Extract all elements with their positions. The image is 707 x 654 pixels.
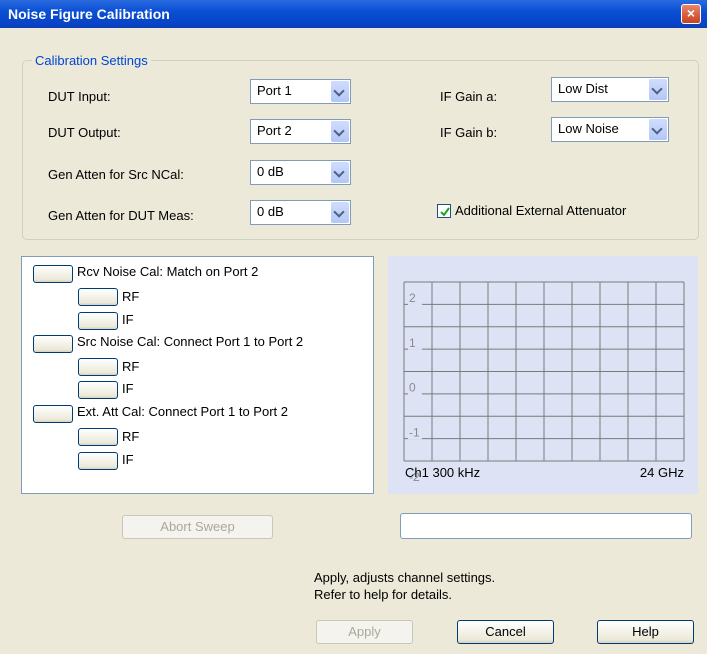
dut-input-select[interactable]: Port 1 [250,79,351,104]
chevron-down-icon[interactable] [649,79,667,100]
src-noise-cal-if-button[interactable] [78,381,118,399]
chevron-down-icon[interactable] [649,119,667,140]
if-gain-b-select[interactable]: Low Noise [551,117,669,142]
if-gain-a-value: Low Dist [558,81,608,96]
rcv-noise-cal-button[interactable] [33,265,73,283]
y-tick-label: 2 [409,291,416,305]
dut-input-value: Port 1 [257,83,292,98]
ext-att-cal-button[interactable] [33,405,73,423]
src-noise-cal-if-label: IF [122,381,134,396]
cancel-button[interactable]: Cancel [457,620,554,644]
src-noise-cal-button[interactable] [33,335,73,353]
dut-output-value: Port 2 [257,123,292,138]
if-gain-a-label: IF Gain a: [440,89,498,104]
if-gain-b-label: IF Gain b: [440,125,498,140]
ext-att-cal-label: Ext. Att Cal: Connect Port 1 to Port 2 [77,404,288,419]
src-noise-cal-label: Src Noise Cal: Connect Port 1 to Port 2 [77,334,304,349]
chevron-down-icon[interactable] [331,81,349,102]
chart-svg: 210-1-2Ch1 300 kHz 24 GHz [403,281,685,484]
checkmark-icon [440,207,450,217]
info-text-line2: Refer to help for details. [314,587,453,602]
rcv-noise-cal-label: Rcv Noise Cal: Match on Port 2 [77,264,259,279]
src-noise-cal-rf-button[interactable] [78,358,118,376]
ext-att-cal-rf-button[interactable] [78,428,118,446]
ext-attenuator-label: Additional External Attenuator [455,203,627,218]
gen-atten-src-label: Gen Atten for Src NCal: [48,167,184,182]
y-tick-label: -1 [409,425,420,439]
gen-atten-src-value: 0 dB [257,164,284,179]
src-noise-cal-rf-label: RF [122,359,140,374]
x-stop-label: 24 GHz [640,465,684,480]
help-button[interactable]: Help [597,620,694,644]
if-gain-b-value: Low Noise [558,121,619,136]
window-title: Noise Figure Calibration [8,6,170,22]
rcv-noise-cal-if-label: IF [122,312,134,327]
if-gain-a-select[interactable]: Low Dist [551,77,669,102]
y-tick-label: 0 [409,381,416,395]
y-tick-label: 1 [409,336,416,350]
info-text-line1: Apply, adjusts channel settings. [314,570,496,585]
abort-sweep-button[interactable]: Abort Sweep [122,515,273,539]
gen-atten-dut-value: 0 dB [257,204,284,219]
rcv-noise-cal-rf-label: RF [122,289,140,304]
chevron-down-icon[interactable] [331,202,349,223]
calibration-settings-legend: Calibration Settings [32,53,151,68]
ext-att-cal-if-button[interactable] [78,452,118,470]
apply-button[interactable]: Apply [316,620,413,644]
ext-att-cal-rf-label: RF [122,429,140,444]
dut-output-label: DUT Output: [48,125,121,140]
chevron-down-icon[interactable] [331,121,349,142]
gen-atten-dut-select[interactable]: 0 dB [250,200,351,225]
gen-atten-dut-label: Gen Atten for DUT Meas: [48,208,194,223]
ext-attenuator-checkbox[interactable] [437,204,451,218]
close-button[interactable]: × [681,4,701,24]
rcv-noise-cal-if-button[interactable] [78,312,118,330]
rcv-noise-cal-rf-button[interactable] [78,288,118,306]
calibration-steps-panel: Rcv Noise Cal: Match on Port 2 RF IF Src… [21,256,374,494]
dut-input-label: DUT Input: [48,89,111,104]
gen-atten-src-select[interactable]: 0 dB [250,160,351,185]
status-field [400,513,692,539]
dut-output-select[interactable]: Port 2 [250,119,351,144]
calibration-chart: 2 1 0 -1 -2 Ch1 300 kHz 24 GHz [388,256,698,494]
chevron-down-icon[interactable] [331,162,349,183]
x-start-label: Ch1 300 kHz [405,465,480,480]
ext-att-cal-if-label: IF [122,452,134,467]
